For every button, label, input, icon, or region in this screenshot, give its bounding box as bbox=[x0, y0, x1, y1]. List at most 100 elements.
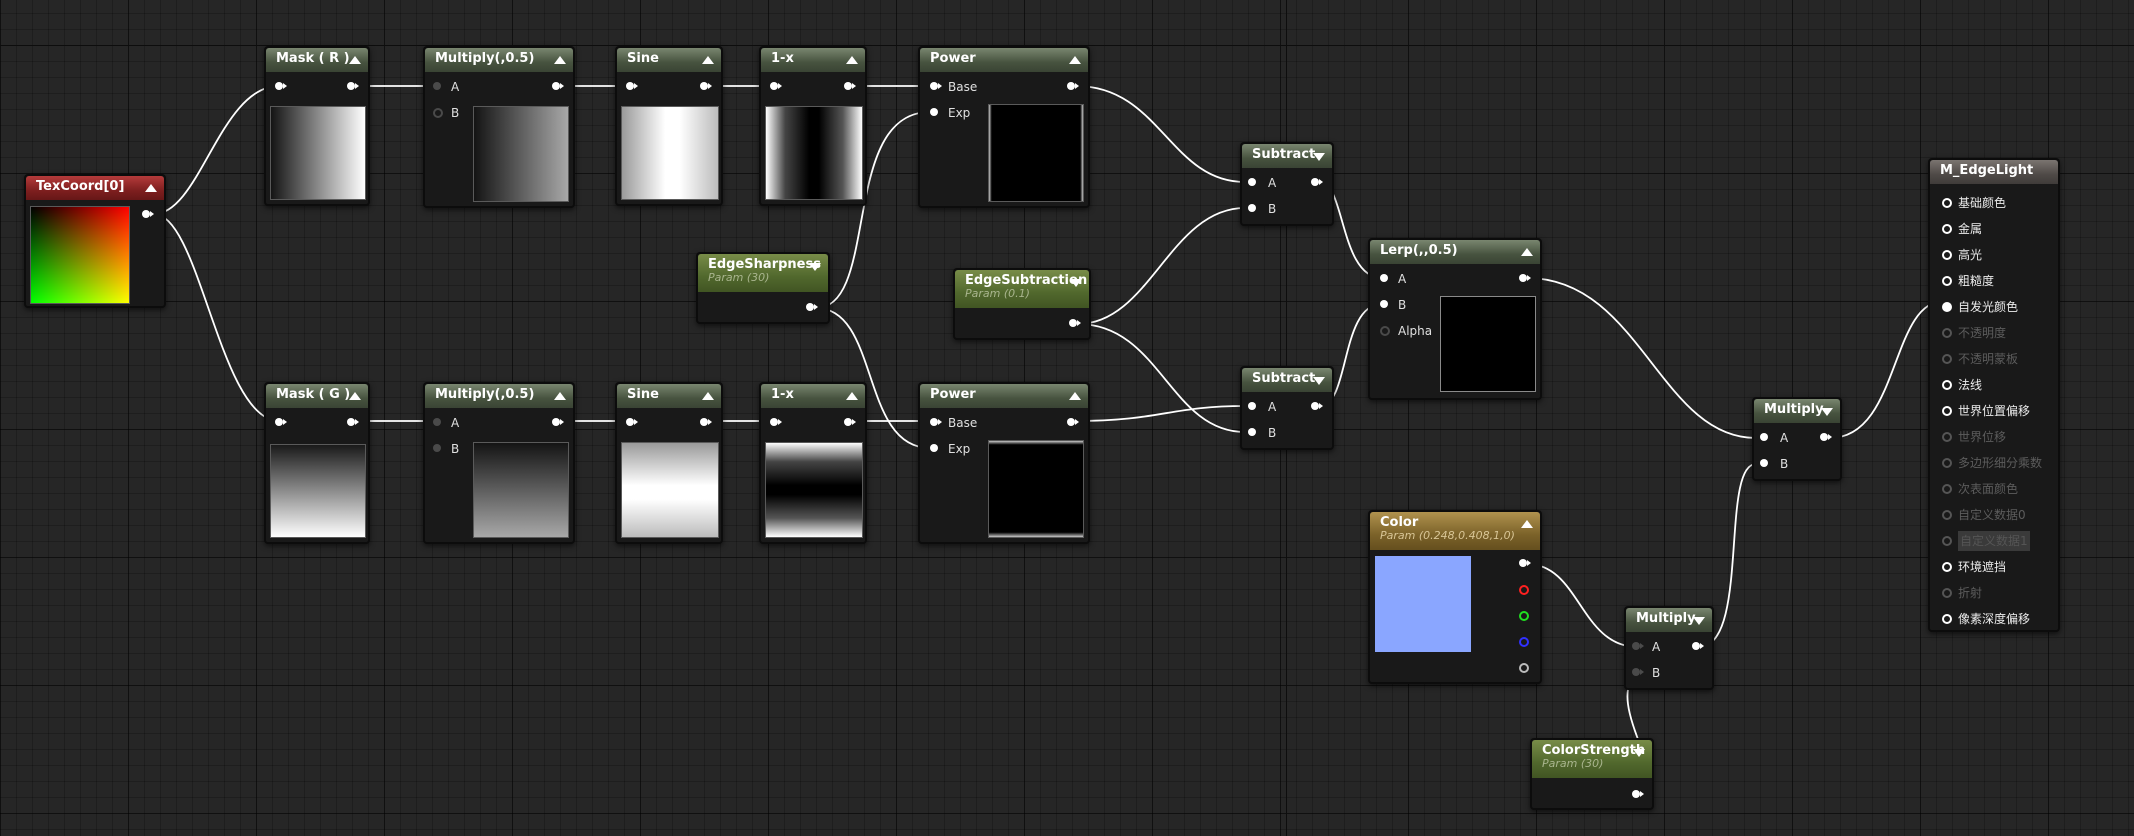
power-g-node[interactable]: Power Base Exp bbox=[918, 382, 1090, 544]
collapse-arrow-icon[interactable] bbox=[1313, 153, 1325, 161]
lerp-output-pin[interactable] bbox=[1519, 274, 1531, 282]
collapse-arrow-icon[interactable] bbox=[702, 56, 714, 64]
color-param-header[interactable]: Color Param (0.248,0.408,1,0) bbox=[1370, 512, 1540, 550]
mask-g-output-pin[interactable] bbox=[347, 418, 359, 426]
collapse-arrow-icon[interactable] bbox=[702, 392, 714, 400]
edge-subtraction-header[interactable]: EdgeSubtraction Param (0.1) bbox=[955, 270, 1089, 308]
color-r-output-pin[interactable] bbox=[1519, 585, 1529, 595]
material-input-pin-icon[interactable] bbox=[1942, 614, 1952, 624]
material-input-pin-icon[interactable] bbox=[1942, 198, 1952, 208]
collapse-arrow-icon[interactable] bbox=[349, 392, 361, 400]
pin-b-icon[interactable] bbox=[1760, 459, 1768, 467]
lerp-pin-alpha[interactable]: Alpha bbox=[1380, 321, 1440, 341]
lerp-header[interactable]: Lerp(,,0.5) bbox=[1370, 240, 1540, 264]
oneminus-g-header[interactable]: 1-x bbox=[761, 384, 865, 408]
multiply-color-node[interactable]: Multiply A B bbox=[1624, 606, 1714, 690]
collapse-arrow-icon[interactable] bbox=[809, 263, 821, 271]
multiply-color-output-pin[interactable] bbox=[1692, 642, 1704, 650]
material-input-pin-icon[interactable] bbox=[1942, 328, 1952, 338]
mask-r-output-pin[interactable] bbox=[347, 82, 359, 90]
subtract-bottom-node[interactable]: Subtract A B bbox=[1240, 366, 1334, 450]
subtract-top-header[interactable]: Subtract bbox=[1242, 144, 1332, 168]
material-input-pin-icon[interactable] bbox=[1942, 458, 1952, 468]
material-input-pin-icon[interactable] bbox=[1942, 510, 1952, 520]
pin-a-icon[interactable] bbox=[1248, 178, 1256, 186]
material-input-pin-icon[interactable] bbox=[1942, 276, 1952, 286]
collapse-arrow-icon[interactable] bbox=[1521, 248, 1533, 256]
color-strength-node[interactable]: ColorStrength Param (30) bbox=[1530, 738, 1654, 810]
oneminus-g-node[interactable]: 1-x bbox=[759, 382, 867, 544]
subtract-top-pin-a[interactable]: A bbox=[1248, 173, 1288, 193]
pin-b-icon[interactable] bbox=[1248, 204, 1256, 212]
collapse-arrow-icon[interactable] bbox=[1693, 617, 1705, 625]
material-input-pin-icon[interactable] bbox=[1942, 354, 1952, 364]
collapse-arrow-icon[interactable] bbox=[145, 184, 157, 192]
color-rgb-output-pin[interactable] bbox=[1519, 559, 1531, 567]
material-input-pin-icon[interactable] bbox=[1942, 536, 1952, 546]
material-input-pin-icon[interactable] bbox=[1942, 302, 1952, 312]
sine-r-header[interactable]: Sine bbox=[617, 48, 721, 72]
multiply-color-pin-b[interactable]: B bbox=[1632, 663, 1672, 683]
texcoord-node[interactable]: TexCoord[0] bbox=[24, 174, 166, 308]
pin-alpha-icon[interactable] bbox=[1380, 326, 1390, 336]
pin-a-icon[interactable] bbox=[1380, 274, 1388, 282]
multiply-final-pin-b[interactable]: B bbox=[1760, 454, 1800, 474]
sine-r-input-pin[interactable] bbox=[626, 82, 638, 90]
material-input-pin-icon[interactable] bbox=[1942, 406, 1952, 416]
pin-a-icon[interactable] bbox=[433, 82, 441, 90]
collapse-arrow-icon[interactable] bbox=[554, 392, 566, 400]
sine-g-output-pin[interactable] bbox=[700, 418, 712, 426]
mask-g-node[interactable]: Mask ( G ) bbox=[264, 382, 370, 544]
power-g-pin-base[interactable]: Base bbox=[930, 413, 1000, 433]
pin-b-icon[interactable] bbox=[1248, 428, 1256, 436]
subtract-bottom-pin-a[interactable]: A bbox=[1248, 397, 1288, 417]
subtract-bottom-pin-b[interactable]: B bbox=[1248, 423, 1288, 443]
texcoord-output-pin[interactable] bbox=[142, 210, 154, 218]
mask-r-input-pin[interactable] bbox=[275, 82, 287, 90]
multiply-r-node[interactable]: Multiply(,0.5) A B bbox=[423, 46, 575, 208]
color-strength-output-pin[interactable] bbox=[1632, 790, 1644, 798]
multiply-g-node[interactable]: Multiply(,0.5) A B bbox=[423, 382, 575, 544]
collapse-arrow-icon[interactable] bbox=[1070, 279, 1082, 287]
collapse-arrow-icon[interactable] bbox=[846, 392, 858, 400]
material-input-pin-icon[interactable] bbox=[1942, 432, 1952, 442]
sine-g-node[interactable]: Sine bbox=[615, 382, 723, 544]
subtract-bottom-header[interactable]: Subtract bbox=[1242, 368, 1332, 392]
pin-a-icon[interactable] bbox=[1248, 402, 1256, 410]
collapse-arrow-icon[interactable] bbox=[1069, 56, 1081, 64]
collapse-arrow-icon[interactable] bbox=[1633, 749, 1645, 757]
multiply-color-pin-a[interactable]: A bbox=[1632, 637, 1672, 657]
oneminus-g-input-pin[interactable] bbox=[770, 418, 782, 426]
edge-subtraction-output-pin[interactable] bbox=[1069, 319, 1081, 327]
subtract-top-output-pin[interactable] bbox=[1311, 178, 1323, 186]
color-a-output-pin[interactable] bbox=[1519, 663, 1529, 673]
sine-g-input-pin[interactable] bbox=[626, 418, 638, 426]
multiply-g-pin-a[interactable]: A bbox=[433, 413, 473, 433]
lerp-node[interactable]: Lerp(,,0.5) A B Alpha bbox=[1368, 238, 1542, 400]
pin-b-icon[interactable] bbox=[1632, 668, 1644, 676]
pin-exp-icon[interactable] bbox=[930, 108, 938, 116]
sine-g-header[interactable]: Sine bbox=[617, 384, 721, 408]
multiply-g-pin-b[interactable]: B bbox=[433, 439, 473, 459]
oneminus-r-output-pin[interactable] bbox=[844, 82, 856, 90]
multiply-g-output-pin[interactable] bbox=[552, 418, 564, 426]
material-output-node[interactable]: M_EdgeLight 基础颜色 金属 高光 粗糙度 自发光颜色 不透明度 不透明蒙板 法线世… bbox=[1928, 158, 2060, 632]
multiply-final-header[interactable]: Multiply bbox=[1754, 399, 1840, 423]
pin-base-icon[interactable] bbox=[930, 418, 942, 426]
material-input-pin-icon[interactable] bbox=[1942, 562, 1952, 572]
mask-g-input-pin[interactable] bbox=[275, 418, 287, 426]
sine-r-output-pin[interactable] bbox=[700, 82, 712, 90]
subtract-top-node[interactable]: Subtract A B bbox=[1240, 142, 1334, 226]
pin-b-icon[interactable] bbox=[433, 444, 441, 452]
mask-r-header[interactable]: Mask ( R ) bbox=[266, 48, 368, 72]
collapse-arrow-icon[interactable] bbox=[349, 56, 361, 64]
material-input-pin-icon[interactable] bbox=[1942, 224, 1952, 234]
power-r-pin-base[interactable]: Base bbox=[930, 77, 1000, 97]
edge-sharpness-output-pin[interactable] bbox=[806, 303, 818, 311]
multiply-r-pin-a[interactable]: A bbox=[433, 77, 473, 97]
edge-sharpness-header[interactable]: EdgeSharpness Param (30) bbox=[698, 254, 828, 292]
multiply-final-pin-a[interactable]: A bbox=[1760, 428, 1800, 448]
collapse-arrow-icon[interactable] bbox=[1821, 408, 1833, 416]
material-input-pin-icon[interactable] bbox=[1942, 588, 1952, 598]
collapse-arrow-icon[interactable] bbox=[1521, 520, 1533, 528]
